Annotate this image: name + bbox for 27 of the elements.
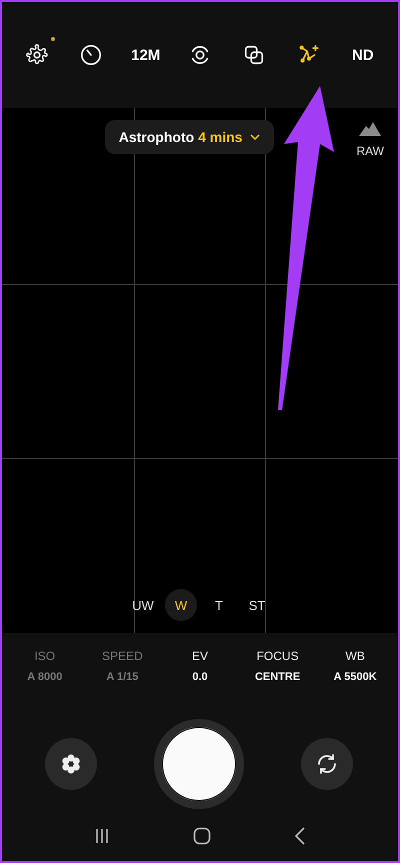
notification-dot (51, 37, 56, 41)
lens-option[interactable]: T (203, 589, 235, 621)
mountain-icon (359, 122, 382, 136)
mode-selector[interactable]: Astrophoto 4 mins (104, 120, 274, 154)
chevron-down-icon (250, 134, 260, 140)
recent-apps-icon (94, 828, 110, 844)
settings-icon (26, 44, 48, 66)
rotate-icon (315, 752, 339, 776)
back-icon (294, 827, 306, 845)
toolbar-option[interactable]: ND (342, 37, 383, 73)
lens-option[interactable]: UW (127, 589, 159, 621)
pro-setting[interactable]: WB A 5500K (319, 649, 392, 683)
home-button[interactable] (192, 827, 211, 845)
home-icon (192, 827, 211, 845)
toolbar-option[interactable]: 12M (126, 37, 166, 73)
timer-icon (80, 44, 102, 66)
switch-camera-button[interactable] (301, 738, 353, 790)
back-button[interactable] (294, 827, 306, 845)
lens-option[interactable]: ST (241, 589, 273, 621)
recent-apps-button[interactable] (94, 828, 110, 844)
raw-button[interactable]: RAW (356, 122, 384, 158)
lens-option[interactable]: W (165, 589, 197, 621)
overlapping-squares-icon (243, 44, 266, 66)
flower-icon (60, 753, 82, 775)
filter-button[interactable] (45, 738, 97, 790)
pro-setting[interactable]: FOCUS CENTRE (242, 649, 314, 683)
pro-setting[interactable]: EV 0.0 (164, 649, 236, 683)
